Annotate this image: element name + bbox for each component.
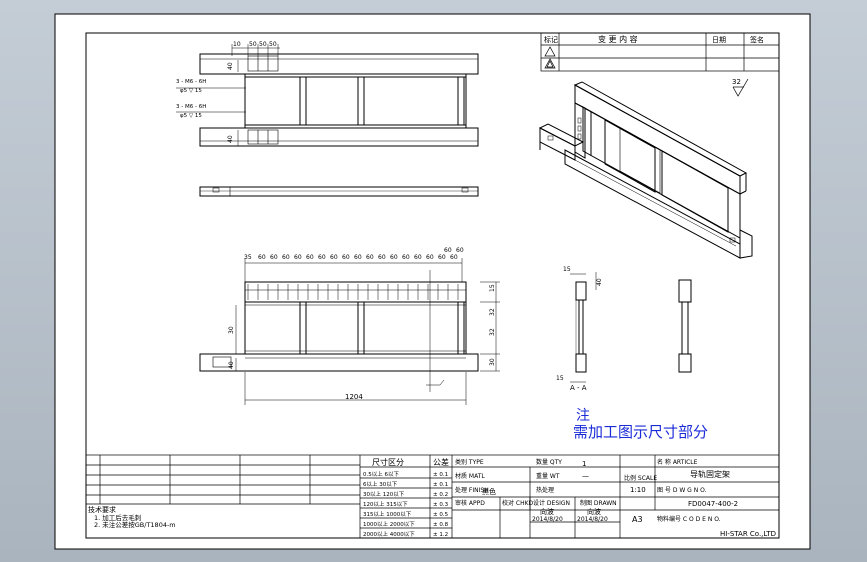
article-value: 导轨固定架	[690, 469, 730, 479]
tech-note-line-2: 2. 未注公差按GB/T1804-m	[94, 520, 176, 529]
dwg-label: 图 号 D W G N O.	[657, 487, 707, 494]
front-dim-row: 60	[258, 254, 266, 261]
top-note-1: 3 - M6 - 6H	[176, 79, 206, 85]
front-dim-right-32b: 32	[489, 328, 496, 336]
front-dim-width: 1204	[345, 393, 363, 401]
drawer-name: 向波	[587, 507, 601, 516]
treatment-label: 热处理	[536, 486, 554, 494]
sheet-size: A3	[632, 515, 643, 524]
front-dim-row-q: 60	[450, 254, 458, 261]
code-label: 物料编号 C O D E N O.	[657, 515, 721, 523]
tol-row-3-range: 120以上 315以下	[363, 500, 408, 508]
section-label: A - A	[570, 384, 587, 392]
front-dim-right-32a: 32	[489, 308, 496, 316]
tol-row-1-val: ± 0.1	[433, 482, 448, 488]
section-dim-15-top: 15	[563, 266, 571, 273]
note-title: 注	[576, 408, 590, 424]
front-dim-row-j: 60	[366, 254, 374, 261]
front-dim-row-h: 60	[342, 254, 350, 261]
drawn-label: 制图 DRAWN	[580, 499, 617, 507]
drawing-sheet: 标记 变 更 内 容 日期 签名 32 10 50 50 50 3 - M6 -…	[54, 13, 811, 550]
tol-row-6-val: ± 1.2	[433, 532, 448, 538]
rev-header-mark: 标记	[544, 35, 558, 44]
front-dim-row-d: 60	[294, 254, 302, 261]
design-date: 2014/8/20	[532, 516, 563, 523]
top-dim-50a: 50	[249, 41, 257, 48]
tol-row-5-range: 1000以上 2000以下	[363, 520, 415, 528]
type-label: 类别 TYPE	[455, 458, 484, 466]
front-dim-row-f: 60	[318, 254, 326, 261]
company-name: HI-STAR Co.,LTD	[720, 530, 776, 538]
front-dim-row-k: 60	[378, 254, 386, 261]
note-body: 需加工图示尺寸部分	[573, 423, 709, 441]
rev-header-content: 变 更 内 容	[598, 34, 638, 44]
front-dim-row-l: 60	[390, 254, 398, 261]
approved-label: 审核 APPD	[455, 499, 485, 507]
designer-name: 向波	[540, 507, 554, 516]
front-dim-left-30: 30	[228, 326, 235, 334]
treatment-value: 黑色	[482, 487, 496, 496]
front-dim-row-c: 60	[282, 254, 290, 261]
front-dim-right-30: 30	[489, 358, 496, 366]
tol-row-0-range: 0.5以上 6以下	[363, 470, 399, 478]
front-dim-row-b: 60	[270, 254, 278, 261]
top-dim-10: 10	[233, 41, 241, 48]
front-dim-row-r: 60	[456, 247, 464, 254]
surface-finish-value: 32	[732, 78, 741, 86]
dwg-value: FD0047-400-2	[688, 500, 738, 508]
tol-row-4-range: 315以上 1000以下	[363, 510, 412, 518]
front-dim-row-n: 60	[414, 254, 422, 261]
top-vert-40a: 40	[227, 62, 234, 70]
top-note-4: φ5 ▽ 15	[180, 113, 202, 119]
drawing-viewport[interactable]: 标记 变 更 内 容 日期 签名 32 10 50 50 50 3 - M6 -…	[0, 0, 867, 562]
tol-row-4-val: ± 0.5	[433, 512, 449, 518]
front-dim-row-m: 60	[402, 254, 410, 261]
material-label: 材质 MATL	[455, 472, 485, 480]
tol-row-2-range: 30以上 120以下	[363, 490, 405, 498]
front-dim-row-i: 60	[354, 254, 362, 261]
section-dim-15-bottom: 15	[556, 375, 564, 382]
tol-row-5-val: ± 0.8	[433, 522, 449, 528]
scale-label: 比例 SCALE	[624, 474, 657, 482]
front-dim-row-g: 60	[330, 254, 338, 261]
rev-header-date: 日期	[712, 36, 726, 44]
tol-row-2-val: ± 0.2	[433, 492, 448, 498]
scale-value: 1:10	[630, 486, 646, 494]
top-dim-50b: 50	[259, 41, 267, 48]
top-vert-40b: 40	[227, 135, 234, 143]
front-dim-35: 35	[244, 254, 252, 261]
rev-header-sign: 签名	[750, 35, 764, 44]
tol-header-2: 公差	[433, 457, 449, 467]
design-label: 设计 DESIGN	[533, 499, 570, 507]
weight-label: 重量 WT	[536, 472, 560, 480]
front-dim-row-e: 60	[306, 254, 314, 261]
front-dim-row-p: 60	[438, 254, 446, 261]
tol-row-3-val: ± 0.3	[433, 502, 449, 508]
tol-row-0-val: ± 0.1	[433, 472, 448, 478]
tol-header: 尺寸区分	[372, 457, 404, 467]
qty-value: 1	[582, 460, 586, 468]
section-dim-40: 40	[596, 278, 603, 286]
checked-label: 校对 CHKD	[502, 499, 534, 507]
tol-row-6-range: 2000以上 4000以下	[363, 530, 415, 538]
drawn-date: 2014/8/20	[577, 516, 608, 523]
top-note-3: 3 - M6 - 6H	[176, 104, 206, 110]
tech-note-title: 技术要求	[88, 505, 116, 514]
weight-value: —	[582, 472, 589, 480]
top-dim-50c: 50	[269, 41, 277, 48]
qty-label: 数量 QTY	[536, 458, 562, 466]
article-label: 名 称 ARTICLE	[657, 458, 698, 466]
front-dim-right-15: 15	[489, 284, 496, 292]
tol-row-1-range: 6以上 30以下	[363, 480, 398, 488]
front-dim-row-o: 60	[426, 254, 434, 261]
top-note-2: φ5 ▽ 15	[180, 88, 202, 94]
front-dim-left-40: 40	[228, 361, 235, 369]
front-dim-row-s: 60	[444, 247, 452, 254]
